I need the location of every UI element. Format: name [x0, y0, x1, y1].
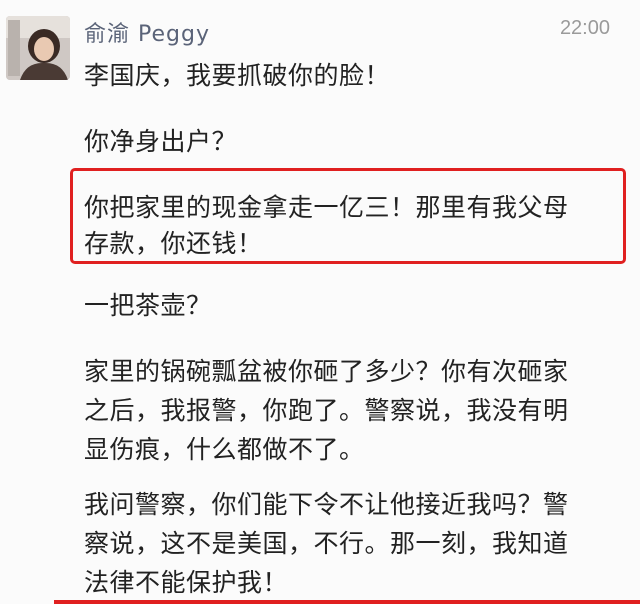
message-line: 显伤痕，什么都做不了。	[84, 435, 365, 464]
chat-message-post: 俞渝 Peggy 22:00 李国庆，我要抓破你的脸！ 你净身出户？ 你把家里的…	[0, 0, 640, 604]
sender-name[interactable]: 俞渝 Peggy	[84, 16, 210, 48]
avatar[interactable]	[6, 16, 70, 80]
message-line: 家里的锅碗瓢盆被你砸了多少？你有次砸家	[84, 357, 569, 386]
profile-photo-icon	[6, 16, 70, 80]
message-line: 你净身出户？	[84, 127, 238, 156]
message-line: 法律不能保护我！	[84, 568, 289, 597]
highlighted-message-line: 你把家里的现金拿走一亿三！那里有我父母	[84, 193, 569, 222]
message-line: 我问警察，你们能下令不让他接近我吗？警	[84, 490, 569, 519]
message-line: 察说，这不是美国，不行。那一刻，我知道	[84, 529, 569, 558]
message-timestamp: 22:00	[559, 17, 610, 39]
highlighted-message-line: 存款，你还钱！	[84, 229, 263, 258]
highlight-box-edge	[54, 600, 640, 604]
message-line: 之后，我报警，你跑了。警察说，我没有明	[84, 396, 569, 425]
message-line: 李国庆，我要抓破你的脸！	[84, 61, 391, 90]
message-line: 一把茶壶？	[84, 291, 212, 320]
